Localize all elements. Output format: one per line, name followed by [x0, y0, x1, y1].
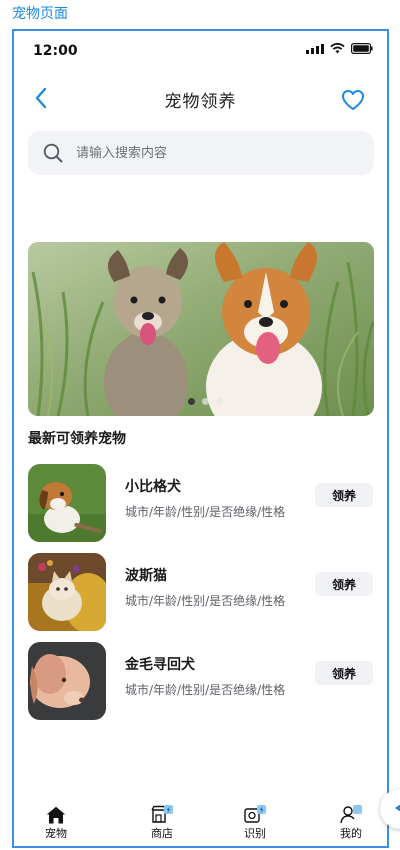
signal-icon	[306, 43, 324, 54]
nav-label: 识别	[244, 827, 266, 840]
status-icons	[306, 43, 373, 54]
adopt-button[interactable]: 领养	[315, 572, 373, 596]
bottom-nav: 宠物 商店 识别 我的	[14, 798, 387, 846]
page-title: 宠物领养	[164, 92, 237, 112]
banner-image-dogs	[28, 242, 374, 416]
shop-icon	[151, 805, 173, 823]
list-item[interactable]: 金毛寻回犬 城市/年龄/性别/是否绝缘/性格 领养	[14, 642, 387, 720]
nav-label: 宠物	[45, 827, 67, 840]
list-item[interactable]: 波斯猫 城市/年龄/性别/是否绝缘/性格 领养	[14, 553, 387, 631]
list-item[interactable]: 小比格犬 城市/年龄/性别/是否绝缘/性格 领养	[14, 464, 387, 542]
phone-frame: 12:00 宠物领养 请输入搜索内容 最新可领养宠物 小比格犬 城市/年龄/性别…	[12, 29, 389, 848]
pet-desc: 城市/年龄/性别/是否绝缘/性格	[125, 505, 286, 519]
search-input[interactable]	[74, 144, 354, 162]
pet-name: 波斯猫	[125, 568, 167, 584]
home-icon	[46, 806, 66, 824]
carousel-dot[interactable]	[215, 398, 223, 405]
section-title: 最新可领养宠物	[28, 431, 126, 447]
nav-label: 商店	[151, 827, 173, 840]
search-icon	[43, 143, 63, 163]
pet-photo-persian-cat	[28, 553, 106, 631]
nav-item-identify[interactable]: 识别	[225, 802, 285, 841]
adopt-button[interactable]: 领养	[315, 483, 373, 507]
carousel-dot[interactable]	[187, 398, 195, 405]
header: 宠物领养	[14, 79, 387, 119]
status-bar: 12:00	[14, 31, 387, 71]
pet-desc: 城市/年龄/性别/是否绝缘/性格	[125, 683, 286, 697]
carousel-dots	[28, 398, 374, 405]
pet-name: 金毛寻回犬	[125, 657, 195, 673]
heart-icon	[342, 90, 364, 110]
scan-icon	[244, 805, 266, 823]
carousel-dot[interactable]	[201, 398, 209, 405]
nav-item-shop[interactable]: 商店	[132, 802, 192, 841]
banner-carousel[interactable]	[28, 242, 374, 416]
wifi-icon	[330, 43, 345, 54]
search-bar[interactable]	[28, 131, 374, 175]
adopt-button[interactable]: 领养	[315, 661, 373, 685]
arrow-left-icon	[395, 804, 400, 812]
pet-desc: 城市/年龄/性别/是否绝缘/性格	[125, 594, 286, 608]
pet-photo-beagle	[28, 464, 106, 542]
nav-item-pets[interactable]: 宠物	[26, 802, 86, 841]
canvas-label: 宠物页面	[12, 6, 68, 22]
battery-icon	[351, 43, 373, 54]
profile-icon	[340, 805, 362, 824]
status-time: 12:00	[33, 43, 78, 59]
nav-label: 我的	[340, 827, 362, 840]
favorite-button[interactable]	[340, 88, 366, 112]
pet-name: 小比格犬	[125, 479, 181, 495]
pet-photo-golden-retriever	[28, 642, 106, 720]
nav-item-profile[interactable]: 我的	[321, 802, 381, 841]
